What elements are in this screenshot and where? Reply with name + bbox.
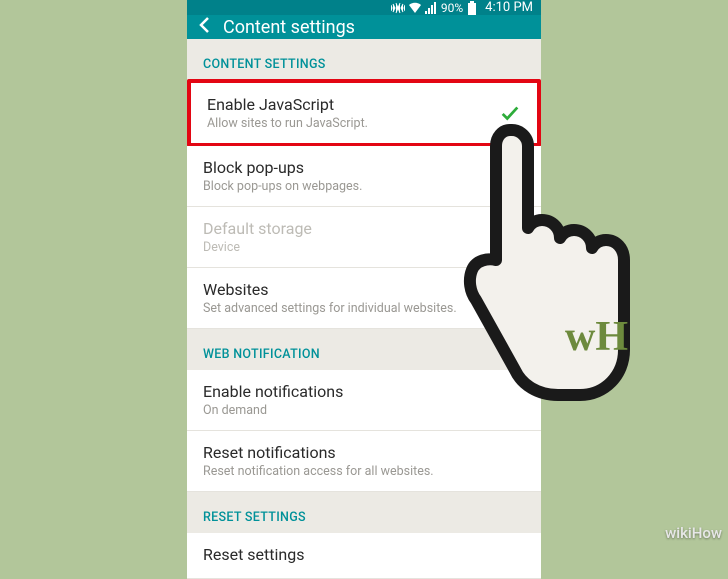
checkmark-icon[interactable] <box>503 165 525 187</box>
section-header-reset: RESET SETTINGS <box>187 492 541 533</box>
signal-icon <box>425 2 437 14</box>
item-reset-notifications[interactable]: Reset notifications Reset notification a… <box>187 431 541 492</box>
item-title: Enable notifications <box>203 382 525 401</box>
checkmark-icon[interactable] <box>499 102 521 124</box>
wifi-icon <box>408 2 422 14</box>
battery-icon <box>467 1 477 15</box>
item-block-popups[interactable]: Block pop-ups Block pop-ups on webpages. <box>187 146 541 207</box>
item-title: Enable JavaScript <box>207 95 499 114</box>
item-subtitle: Set advanced settings for individual web… <box>203 301 525 316</box>
back-icon[interactable] <box>197 15 211 39</box>
watermark: wikiHow <box>665 524 722 542</box>
phone-frame: 90% 4:10 PM Content settings CONTENT SET… <box>187 0 541 546</box>
item-enable-javascript[interactable]: Enable JavaScript Allow sites to run Jav… <box>187 79 541 147</box>
vibrate-icon <box>391 2 405 14</box>
item-default-storage: Default storage Device <box>187 207 541 268</box>
header-title: Content settings <box>223 17 355 38</box>
section-header-webnotif: WEB NOTIFICATION <box>187 329 541 370</box>
item-title: Websites <box>203 280 525 299</box>
status-bar: 90% 4:10 PM <box>187 0 541 15</box>
item-subtitle: Block pop-ups on webpages. <box>203 179 503 194</box>
item-title: Reset notifications <box>203 443 525 462</box>
section-header-content: CONTENT SETTINGS <box>187 39 541 80</box>
item-enable-notifications[interactable]: Enable notifications On demand <box>187 370 541 431</box>
item-reset-settings[interactable]: Reset settings <box>187 533 541 579</box>
item-title: Default storage <box>203 219 525 238</box>
item-websites[interactable]: Websites Set advanced settings for indiv… <box>187 268 541 329</box>
item-subtitle: Allow sites to run JavaScript. <box>207 116 499 131</box>
item-subtitle: Reset notification access for all websit… <box>203 464 525 479</box>
clock: 4:10 PM <box>485 0 533 15</box>
item-subtitle: On demand <box>203 403 525 418</box>
pointer-logo-text: wH <box>565 314 628 360</box>
battery-pct: 90% <box>441 1 463 15</box>
app-header: Content settings <box>187 15 541 39</box>
item-title: Reset settings <box>203 545 525 564</box>
status-icons <box>391 2 437 14</box>
item-subtitle: Device <box>203 240 525 255</box>
item-title: Block pop-ups <box>203 158 503 177</box>
